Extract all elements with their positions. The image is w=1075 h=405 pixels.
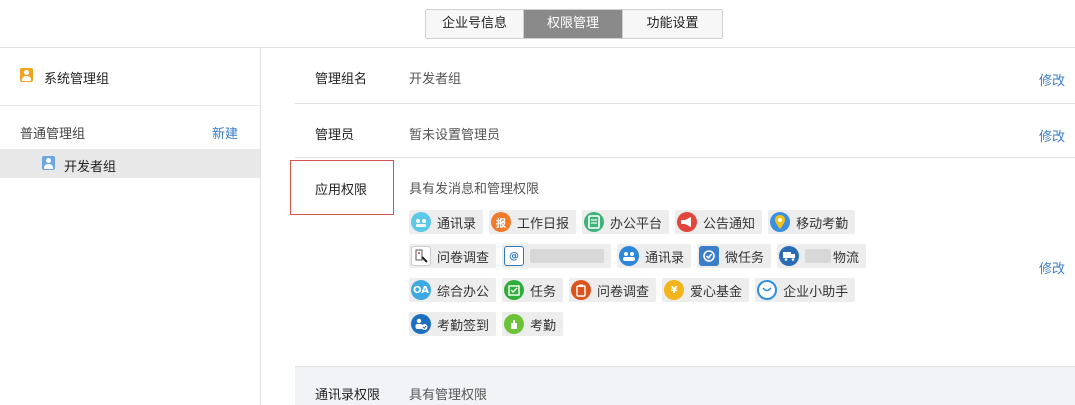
app-permission-label: 应用权限 [315, 183, 368, 198]
sidebar-item-developer-group[interactable]: 开发者组 [0, 149, 260, 178]
app-name: 爱心基金 [690, 284, 743, 300]
new-group-link[interactable]: 新建 [212, 123, 238, 142]
sidebar-item-label: 系统管理组 [44, 72, 110, 87]
email-icon: @ [504, 246, 525, 266]
admin-row: 管理员 暂未设置管理员 修改 [295, 104, 1075, 158]
app-chip: 移动考勤 [768, 210, 856, 234]
app-line: 考勤签到 考勤 [409, 312, 929, 338]
app-chip: 考勤签到 [409, 312, 497, 336]
task-check-icon [699, 246, 720, 266]
normal-group-heading: 普通管理组 [20, 127, 86, 142]
app-chip: 报 工作日报 [489, 210, 577, 234]
edit-group-name-link[interactable]: 修改 [1039, 70, 1065, 89]
app-name: 问卷调查 [597, 284, 650, 300]
sidebar: 系统管理组 普通管理组 新建 开发者组 [0, 48, 261, 405]
app-name: 考勤 [530, 318, 557, 334]
coin-icon: ¥ [664, 280, 685, 300]
app-name: 通讯录 [437, 216, 477, 232]
tab-feature-settings[interactable]: 功能设置 [622, 10, 722, 38]
megaphone-icon [677, 212, 698, 232]
edit-app-permission-link[interactable]: 修改 [1039, 258, 1065, 277]
app-name: 移动考勤 [796, 216, 849, 232]
app-name: 公告通知 [703, 216, 756, 232]
oa-icon: OA [411, 280, 431, 300]
app-chip: @ [502, 244, 612, 268]
app-list: 通讯录 报 工作日报 办公平台 公告通知 移动考勤 问卷调查 @ 通讯录 微任务… [409, 210, 929, 346]
contacts-permission-value: 具有管理权限 [409, 388, 488, 403]
checkin-icon [411, 314, 431, 334]
app-chip: 微任务 [697, 244, 772, 268]
app-chip: OA 综合办公 [409, 278, 497, 302]
tab-enterprise-info[interactable]: 企业号信息 [426, 10, 523, 38]
contacts-permission-row: 通讯录权限 具有管理权限 [295, 367, 1075, 405]
blurred-text [805, 249, 832, 263]
app-chip: 企业小助手 [755, 278, 856, 302]
sidebar-item-label: 开发者组 [64, 160, 117, 175]
app-name: 通讯录 [645, 250, 685, 266]
admin-user-icon [20, 68, 33, 82]
document-icon [584, 212, 605, 232]
group-name-value: 开发者组 [409, 72, 462, 87]
app-name: 问卷调查 [437, 250, 490, 266]
edit-admin-link[interactable]: 修改 [1039, 126, 1065, 145]
blurred-app-name [530, 249, 605, 263]
admin-value: 暂未设置管理员 [409, 128, 501, 143]
app-chip: 任务 [502, 278, 564, 302]
tab-permission-management[interactable]: 权限管理 [523, 10, 622, 38]
app-line: OA 综合办公 任务 问卷调查 ¥ 爱心基金 企业小助手 [409, 278, 929, 304]
app-permission-highlight: 应用权限 [290, 160, 394, 215]
chat-bubble-icon [757, 280, 778, 300]
group-name-row: 管理组名 开发者组 修改 [295, 48, 1075, 104]
app-chip: 考勤 [502, 312, 564, 336]
app-chip: 通讯录 [617, 244, 692, 268]
app-permission-value: 具有发消息和管理权限 [409, 182, 540, 197]
app-name: 任务 [530, 284, 557, 300]
truck-icon [779, 246, 800, 266]
report-icon: 报 [491, 212, 512, 232]
location-pin-icon [770, 212, 791, 232]
app-chip: ¥ 爱心基金 [662, 278, 750, 302]
admin-label: 管理员 [315, 128, 355, 143]
sidebar-item-system-group[interactable]: 系统管理组 [0, 48, 260, 106]
app-line: 通讯录 报 工作日报 办公平台 公告通知 移动考勤 [409, 210, 929, 236]
hand-icon [504, 314, 525, 334]
app-name: 物流 [833, 250, 860, 266]
app-name: 办公平台 [610, 216, 663, 232]
app-permission-row: 应用权限 具有发消息和管理权限 通讯录 报 工作日报 办公平台 公告通知 移动考… [290, 158, 1075, 367]
top-bar: 企业号信息 权限管理 功能设置 [0, 0, 1075, 48]
app-name: 工作日报 [517, 216, 570, 232]
tab-group: 企业号信息 权限管理 功能设置 [425, 9, 723, 39]
app-chip: 通讯录 [409, 210, 484, 234]
app-chip: 问卷调查 [409, 244, 497, 268]
group-name-label: 管理组名 [315, 72, 368, 87]
app-chip: 物流 [777, 244, 867, 268]
app-name: 考勤签到 [437, 318, 490, 334]
main-panel: 管理组名 开发者组 修改 管理员 暂未设置管理员 修改 应用权限 具有发消息和管… [290, 48, 1075, 405]
app-name: 企业小助手 [783, 284, 849, 300]
app-line: 问卷调查 @ 通讯录 微任务 物流 [409, 244, 929, 270]
board-icon [504, 280, 525, 300]
app-name: 微任务 [725, 250, 765, 266]
people-icon [619, 246, 640, 266]
app-chip: 办公平台 [582, 210, 670, 234]
contacts-permission-label: 通讯录权限 [315, 388, 381, 403]
questionnaire-icon [411, 246, 431, 266]
app-name: 综合办公 [437, 284, 490, 300]
user-icon [42, 156, 55, 170]
app-chip: 问卷调查 [569, 278, 657, 302]
contacts-icon [411, 212, 431, 232]
app-chip: 公告通知 [675, 210, 763, 234]
clipboard-icon [571, 280, 592, 300]
